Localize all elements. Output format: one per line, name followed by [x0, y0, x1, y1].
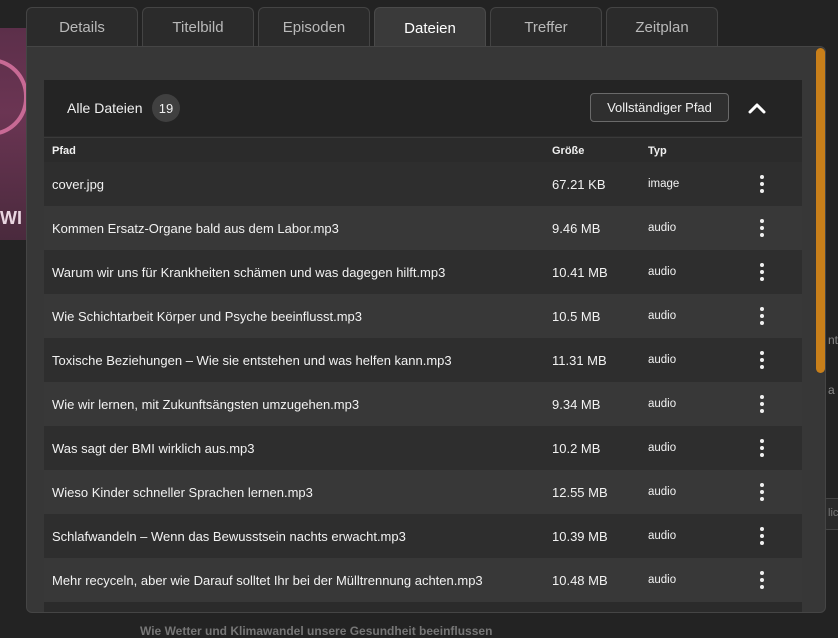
more-vertical-icon[interactable]	[755, 395, 769, 413]
more-vertical-icon[interactable]	[755, 439, 769, 457]
file-size: 10.41 MB	[552, 265, 608, 280]
file-type: audio	[648, 398, 677, 410]
file-size: 9.46 MB	[552, 221, 601, 236]
tab-treffer[interactable]: Treffer	[490, 7, 602, 46]
tab-dateien[interactable]: Dateien	[374, 7, 486, 48]
tab-zeitplan[interactable]: Zeitplan	[606, 7, 718, 46]
file-type: audio	[648, 574, 677, 586]
file-path: Kommen Ersatz-Organe bald aus dem Labor.…	[52, 221, 339, 236]
table-row[interactable]: cover.jpg 67.21 KB image	[44, 162, 802, 206]
file-size: 12.55 MB	[552, 485, 608, 500]
files-table-body: cover.jpg 67.21 KB image Kommen Ersatz-O…	[44, 162, 802, 602]
more-vertical-icon[interactable]	[755, 219, 769, 237]
file-path: Wieso Kinder schneller Sprachen lernen.m…	[52, 485, 313, 500]
file-size: 10.48 MB	[552, 573, 608, 588]
file-type: audio	[648, 530, 677, 542]
scrollbar-thumb[interactable]	[816, 48, 825, 373]
files-card-header: Alle Dateien 19 Vollständiger Pfad	[44, 80, 802, 136]
file-type: audio	[648, 486, 677, 498]
file-type: audio	[648, 222, 677, 234]
file-size: 67.21 KB	[552, 177, 606, 192]
collapse-button[interactable]	[744, 95, 770, 121]
file-path: Schlafwandeln – Wenn das Bewusstsein nac…	[52, 529, 406, 544]
tab-label: Episoden	[282, 18, 346, 36]
files-panel: Alle Dateien 19 Vollständiger Pfad Pfad …	[26, 46, 826, 613]
tab-titelbild[interactable]: Titelbild	[142, 7, 254, 46]
file-count-badge: 19	[152, 94, 180, 122]
column-header-size[interactable]: Größe	[552, 145, 584, 157]
table-row[interactable]: Mehr recyceln, aber wie Darauf solltet I…	[44, 558, 802, 602]
background-input-text: lich	[828, 507, 838, 519]
file-path: Wie Schichtarbeit Körper und Psyche beei…	[52, 309, 362, 324]
file-type: audio	[648, 310, 677, 322]
tab-label: Details	[59, 18, 105, 36]
more-vertical-icon[interactable]	[755, 307, 769, 325]
table-row[interactable]: Warum wir uns für Krankheiten schämen un…	[44, 250, 802, 294]
background-text: nt	[828, 333, 838, 347]
more-vertical-icon[interactable]	[755, 483, 769, 501]
file-path: Toxische Beziehungen – Wie sie entstehen…	[52, 353, 452, 368]
tab-label: Zeitplan	[635, 18, 689, 36]
more-vertical-icon[interactable]	[755, 175, 769, 193]
brain-illustration	[0, 58, 28, 136]
tab-label: Treffer	[524, 18, 568, 36]
files-card: Alle Dateien 19 Vollständiger Pfad Pfad …	[44, 80, 802, 612]
more-vertical-icon[interactable]	[755, 351, 769, 369]
chevron-up-icon	[748, 103, 766, 114]
file-type: audio	[648, 266, 677, 278]
table-row[interactable]: Wie wir lernen, mit Zukunftsängsten umzu…	[44, 382, 802, 426]
more-vertical-icon[interactable]	[755, 527, 769, 545]
table-row[interactable]: Toxische Beziehungen – Wie sie entstehen…	[44, 338, 802, 382]
background-input: lich	[824, 498, 838, 530]
file-size: 9.34 MB	[552, 397, 601, 412]
file-type: audio	[648, 354, 677, 366]
file-size: 10.5 MB	[552, 309, 601, 324]
file-path: Wie wir lernen, mit Zukunftsängsten umzu…	[52, 397, 360, 412]
file-path: Was sagt der BMI wirklich aus.mp3	[52, 441, 255, 456]
file-type: image	[648, 178, 680, 190]
file-type: audio	[648, 442, 677, 454]
background-episode-title: Wie Wetter und Klimawandel unsere Gesund…	[140, 624, 493, 638]
cover-text-fragment: WI	[0, 208, 22, 228]
file-path: Mehr recyceln, aber wie Darauf solltet I…	[52, 573, 483, 588]
file-size: 10.39 MB	[552, 529, 608, 544]
table-row[interactable]: Wie Schichtarbeit Körper und Psyche beei…	[44, 294, 802, 338]
table-row[interactable]: Kommen Ersatz-Organe bald aus dem Labor.…	[44, 206, 802, 250]
tab-label: Dateien	[404, 19, 456, 37]
tab-episoden[interactable]: Episoden	[258, 7, 370, 46]
background-text: a	[828, 383, 835, 397]
file-path: cover.jpg	[52, 177, 105, 192]
column-header-path[interactable]: Pfad	[52, 145, 76, 157]
file-path: Warum wir uns für Krankheiten schämen un…	[52, 265, 446, 280]
more-vertical-icon[interactable]	[755, 263, 769, 281]
more-vertical-icon[interactable]	[755, 571, 769, 589]
file-size: 11.31 MB	[552, 353, 607, 368]
file-size: 10.2 MB	[552, 441, 601, 456]
tab-details[interactable]: Details	[26, 7, 138, 46]
column-header-type[interactable]: Typ	[648, 145, 667, 157]
table-row[interactable]: Schlafwandeln – Wenn das Bewusstsein nac…	[44, 514, 802, 558]
all-files-title: Alle Dateien	[67, 100, 143, 116]
files-table-header: Pfad Größe Typ	[44, 137, 802, 163]
table-row[interactable]: Was sagt der BMI wirklich aus.mp3 10.2 M…	[44, 426, 802, 470]
table-row[interactable]: Wieso Kinder schneller Sprachen lernen.m…	[44, 470, 802, 514]
full-path-button[interactable]: Vollständiger Pfad	[590, 93, 729, 122]
tab-label: Titelbild	[172, 18, 224, 36]
